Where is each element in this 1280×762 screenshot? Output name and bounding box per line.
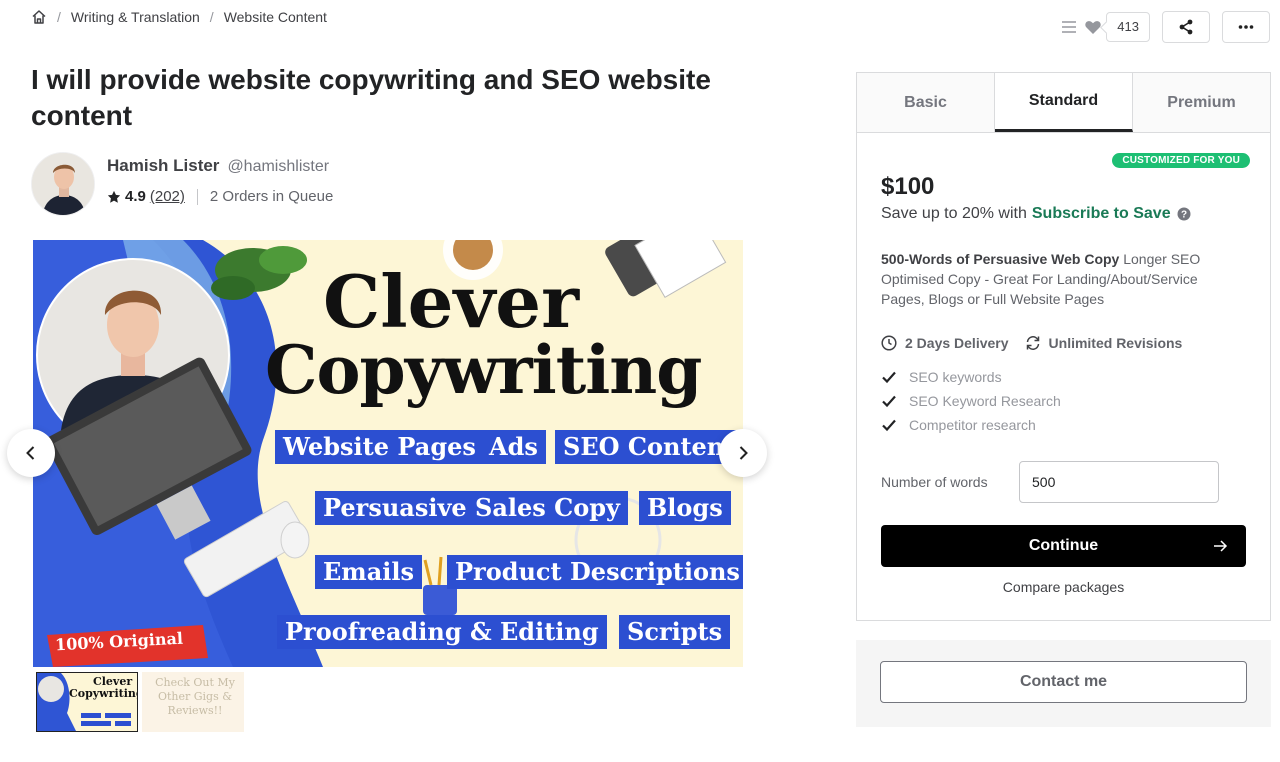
- subscribe-to-save-link[interactable]: Subscribe to Save: [1032, 205, 1171, 223]
- share-icon: [1179, 19, 1193, 35]
- seller-name[interactable]: Hamish Lister: [107, 156, 219, 176]
- feature-list: SEO keywords SEO Keyword Research Compet…: [881, 365, 1061, 437]
- compare-packages-link[interactable]: Compare packages: [857, 579, 1270, 595]
- gallery-main-image[interactable]: Clever Copywriting Website Pages Ads SEO…: [33, 240, 743, 667]
- feature-item: SEO keywords: [881, 365, 1061, 389]
- package-price: $100: [881, 173, 935, 200]
- tab-premium[interactable]: Premium: [1133, 73, 1270, 132]
- gallery-tag: Emails: [315, 555, 422, 589]
- home-icon[interactable]: [31, 9, 47, 25]
- number-of-words-input[interactable]: [1019, 461, 1219, 503]
- gallery-tag: SEO Content: [555, 430, 743, 464]
- gallery-tag: Ads: [481, 430, 546, 464]
- save-text: Save up to 20% with: [881, 205, 1027, 222]
- rating-score: 4.9: [125, 188, 146, 205]
- feature-item: SEO Keyword Research: [881, 389, 1061, 413]
- seller-avatar[interactable]: [31, 152, 95, 216]
- arrow-right-icon: [1214, 540, 1228, 552]
- package-description-title: 500-Words of Persuasive Web Copy: [881, 251, 1120, 267]
- gallery-thumbnail[interactable]: Check Out My Other Gigs & Reviews!!: [142, 672, 244, 732]
- seller-name-row: Hamish Lister @hamishlister: [107, 156, 333, 176]
- gallery-tag: Blogs: [639, 491, 731, 525]
- check-icon: [882, 395, 896, 408]
- check-icon: [882, 371, 896, 384]
- contact-section: Contact me: [856, 640, 1271, 727]
- number-of-words-row: Number of words: [881, 461, 1219, 503]
- gallery-tag: Proofreading & Editing: [277, 615, 607, 649]
- svg-text:?: ?: [1181, 210, 1187, 221]
- seller-overview: Hamish Lister @hamishlister 4.9 (202) 2 …: [31, 152, 333, 216]
- package-tabs: Basic Standard Premium: [857, 73, 1270, 133]
- seller-handle: @hamishlister: [227, 158, 330, 175]
- chevron-right-icon: [739, 446, 748, 460]
- rating-row: 4.9 (202) 2 Orders in Queue: [107, 188, 333, 205]
- breadcrumb: / Writing & Translation / Website Conten…: [31, 8, 327, 26]
- star-icon: [107, 190, 121, 203]
- feature-label: SEO Keyword Research: [909, 393, 1061, 409]
- feature-item: Competitor research: [881, 413, 1061, 437]
- gallery-next-button[interactable]: [719, 429, 767, 477]
- gallery-thumbnails: Clever Copywriting Check Out My Other Gi…: [36, 672, 244, 732]
- feature-label: Competitor research: [909, 417, 1036, 433]
- gallery-thumbnail[interactable]: Clever Copywriting: [36, 672, 138, 732]
- divider: [196, 188, 198, 205]
- check-icon: [882, 419, 896, 432]
- gallery-tag: Product Descriptions: [447, 555, 743, 589]
- thumbnail-text: Check Out My Other Gigs & Reviews!!: [155, 676, 235, 717]
- more-icon: [1238, 25, 1254, 29]
- refresh-icon: [1026, 336, 1039, 350]
- gallery-tag: Persuasive Sales Copy: [315, 491, 628, 525]
- thumbnail-headline-2: Copywriting: [69, 687, 138, 700]
- feature-label: SEO keywords: [909, 369, 1002, 385]
- breadcrumb-writing-translation[interactable]: Writing & Translation: [71, 9, 200, 25]
- subscribe-save-line: Save up to 20% with Subscribe to Save ?: [881, 205, 1191, 223]
- gallery-prev-button[interactable]: [7, 429, 55, 477]
- orders-in-queue: 2 Orders in Queue: [209, 188, 334, 205]
- collections-icon[interactable]: [1060, 18, 1078, 36]
- revisions-label: Unlimited Revisions: [1048, 335, 1183, 351]
- continue-label: Continue: [1028, 537, 1099, 554]
- customized-badge: CUSTOMIZED FOR YOU: [1112, 153, 1250, 168]
- rating-count-link[interactable]: (202): [150, 188, 185, 205]
- breadcrumb-separator: /: [209, 9, 214, 25]
- gig-title: I will provide website copywriting and S…: [31, 64, 711, 131]
- gallery-tag: Website Pages: [275, 430, 484, 464]
- package-panel: Basic Standard Premium CUSTOMIZED FOR YO…: [856, 72, 1271, 621]
- delivery-time: 2 Days Delivery: [881, 335, 1009, 351]
- breadcrumb-separator: /: [57, 9, 61, 25]
- package-description: 500-Words of Persuasive Web Copy Longer …: [881, 249, 1241, 309]
- tab-basic[interactable]: Basic: [857, 73, 995, 132]
- gallery-tag: Scripts: [619, 615, 731, 649]
- breadcrumb-website-content[interactable]: Website Content: [224, 9, 327, 25]
- chevron-left-icon: [26, 446, 35, 460]
- save-group: 413: [1060, 12, 1150, 42]
- gallery-headline-1: Clever: [323, 259, 580, 344]
- seller-info: Hamish Lister @hamishlister 4.9 (202) 2 …: [107, 152, 333, 216]
- delivery-meta: 2 Days Delivery Unlimited Revisions: [881, 335, 1198, 351]
- top-actions: 413: [1060, 11, 1270, 43]
- clock-icon: [881, 335, 897, 351]
- tab-standard[interactable]: Standard: [995, 73, 1133, 132]
- help-icon[interactable]: ?: [1177, 207, 1191, 221]
- save-count: 413: [1106, 12, 1150, 42]
- number-of-words-label: Number of words: [881, 474, 988, 490]
- more-button[interactable]: [1222, 11, 1270, 43]
- continue-button[interactable]: Continue: [881, 525, 1246, 567]
- revisions: Unlimited Revisions: [1025, 335, 1183, 351]
- contact-me-button[interactable]: Contact me: [880, 661, 1247, 703]
- gallery-headline-2: Copywriting: [265, 331, 702, 409]
- delivery-label: 2 Days Delivery: [905, 335, 1009, 351]
- share-button[interactable]: [1162, 11, 1210, 43]
